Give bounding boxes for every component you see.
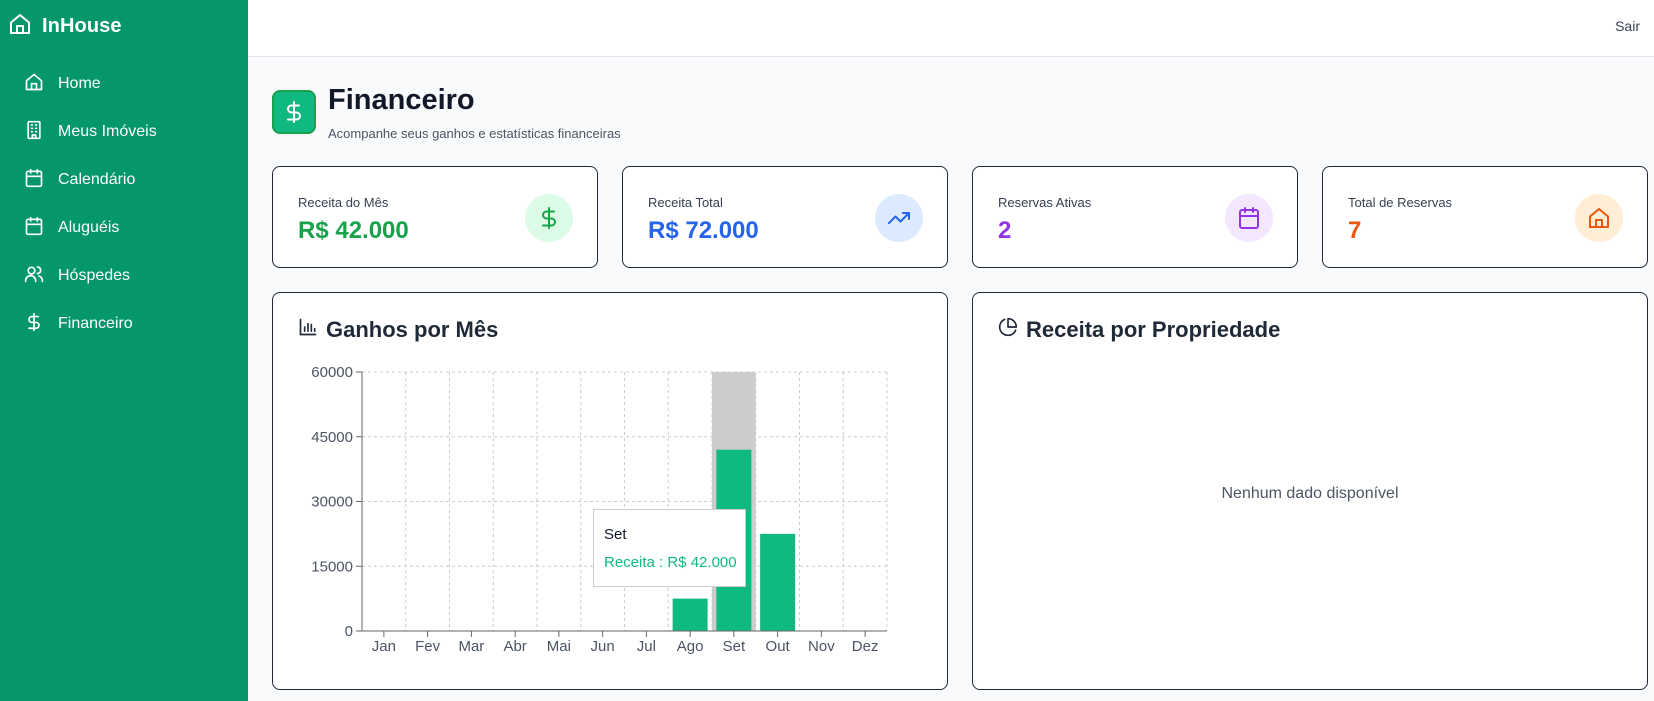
panel-title-text: Receita por Propriedade: [1026, 317, 1281, 342]
page-subtitle: Acompanhe seus ganhos e estatísticas fin…: [328, 126, 621, 141]
pie-chart-icon: [998, 317, 1018, 343]
x-tick-label: Set: [723, 638, 746, 655]
sidebar-nav: Home Meus Imóveis Calendário Aluguéis Hó…: [0, 60, 248, 348]
sidebar: InHouse Home Meus Imóveis Calendário Alu…: [0, 0, 248, 701]
stat-card-total-reservas: Total de Reservas 7: [1322, 166, 1648, 268]
y-tick-label: 0: [345, 623, 353, 640]
dollar-icon: [525, 194, 573, 242]
stat-label: Receita do Mês: [298, 195, 389, 210]
sidebar-item-label: Calendário: [58, 171, 136, 188]
stat-value: 2: [998, 217, 1012, 244]
stat-card-receita-mes: Receita do Mês R$ 42.000: [272, 166, 598, 268]
y-tick-label: 30000: [311, 494, 353, 511]
top-bar: Sair: [248, 0, 1654, 57]
bar-ago: [672, 598, 708, 631]
tooltip-value-row: Receita : R$ 42.000: [604, 554, 737, 571]
x-tick-label: Nov: [808, 638, 835, 655]
calendar-icon: [1225, 194, 1273, 242]
home-icon: [24, 72, 44, 97]
x-tick-label: Mar: [458, 638, 484, 655]
earnings-chart: 0 15000 30000 45000 60000 Jan Fev Mar Abr Mai Jun J…: [311, 364, 888, 655]
dollar-icon: [272, 90, 316, 134]
sidebar-item-alugueis[interactable]: Aluguéis: [0, 204, 248, 252]
stat-card-receita-total: Receita Total R$ 72.000: [622, 166, 948, 268]
sidebar-item-home[interactable]: Home: [0, 60, 248, 108]
brand-logo[interactable]: InHouse: [8, 12, 122, 41]
building-icon: [24, 120, 44, 145]
home-icon: [8, 12, 32, 41]
brand-name: InHouse: [42, 15, 122, 37]
x-tick-label: Jan: [372, 638, 396, 655]
sidebar-item-label: Meus Imóveis: [58, 123, 157, 140]
stat-card-reservas-ativas: Reservas Ativas 2: [972, 166, 1298, 268]
sidebar-item-label: Hóspedes: [58, 267, 131, 284]
stat-value: R$ 42.000: [298, 217, 409, 244]
bar-out: [760, 533, 796, 631]
sidebar-item-label: Home: [58, 75, 101, 92]
panel-title: Receita por Propriedade: [998, 317, 1280, 343]
sidebar-item-financeiro[interactable]: Financeiro: [0, 300, 248, 348]
x-tick-label: Jul: [637, 638, 656, 655]
x-tick-label: Mai: [547, 638, 571, 655]
tooltip-value: R$ 42.000: [667, 554, 737, 571]
sidebar-item-label: Financeiro: [58, 315, 133, 332]
logout-button[interactable]: Sair: [1615, 18, 1640, 34]
y-tick-label: 60000: [311, 364, 353, 381]
y-tick-label: 15000: [311, 558, 353, 575]
sidebar-item-hospedes[interactable]: Hóspedes: [0, 252, 248, 300]
sidebar-item-meus-imoveis[interactable]: Meus Imóveis: [0, 108, 248, 156]
empty-state-message: Nenhum dado disponível: [1221, 485, 1399, 502]
x-tick-label: Fev: [415, 638, 441, 655]
property-revenue-panel: Receita por Propriedade Nenhum dado disp…: [972, 292, 1648, 690]
x-tick-label: Out: [766, 638, 791, 655]
calendar-icon: [24, 216, 44, 241]
stat-value: R$ 72.000: [648, 217, 759, 244]
earnings-panel: Ganhos por Mês 0 15000 30000 45000 60000 Jan F…: [272, 292, 948, 690]
stat-label: Total de Reservas: [1348, 195, 1453, 210]
home-icon: [1575, 194, 1623, 242]
dollar-icon: [24, 312, 44, 337]
users-icon: [24, 264, 44, 289]
y-tick-label: 45000: [311, 429, 353, 446]
tooltip-series-label: Receita: [604, 554, 655, 571]
chart-tooltip: Set Receita : R$ 42.000: [593, 509, 746, 587]
x-tick-label: Dez: [852, 638, 879, 655]
sidebar-item-calendario[interactable]: Calendário: [0, 156, 248, 204]
tooltip-title: Set: [604, 526, 627, 543]
stat-label: Receita Total: [648, 195, 723, 210]
trending-up-icon: [875, 194, 923, 242]
sidebar-item-label: Aluguéis: [58, 219, 120, 236]
calendar-icon: [24, 168, 44, 193]
page-title: Financeiro: [328, 84, 475, 116]
stat-value: 7: [1348, 217, 1362, 244]
x-tick-label: Ago: [677, 638, 704, 655]
x-tick-label: Jun: [591, 638, 615, 655]
x-tick-label: Abr: [503, 638, 526, 655]
stat-label: Reservas Ativas: [998, 195, 1092, 210]
